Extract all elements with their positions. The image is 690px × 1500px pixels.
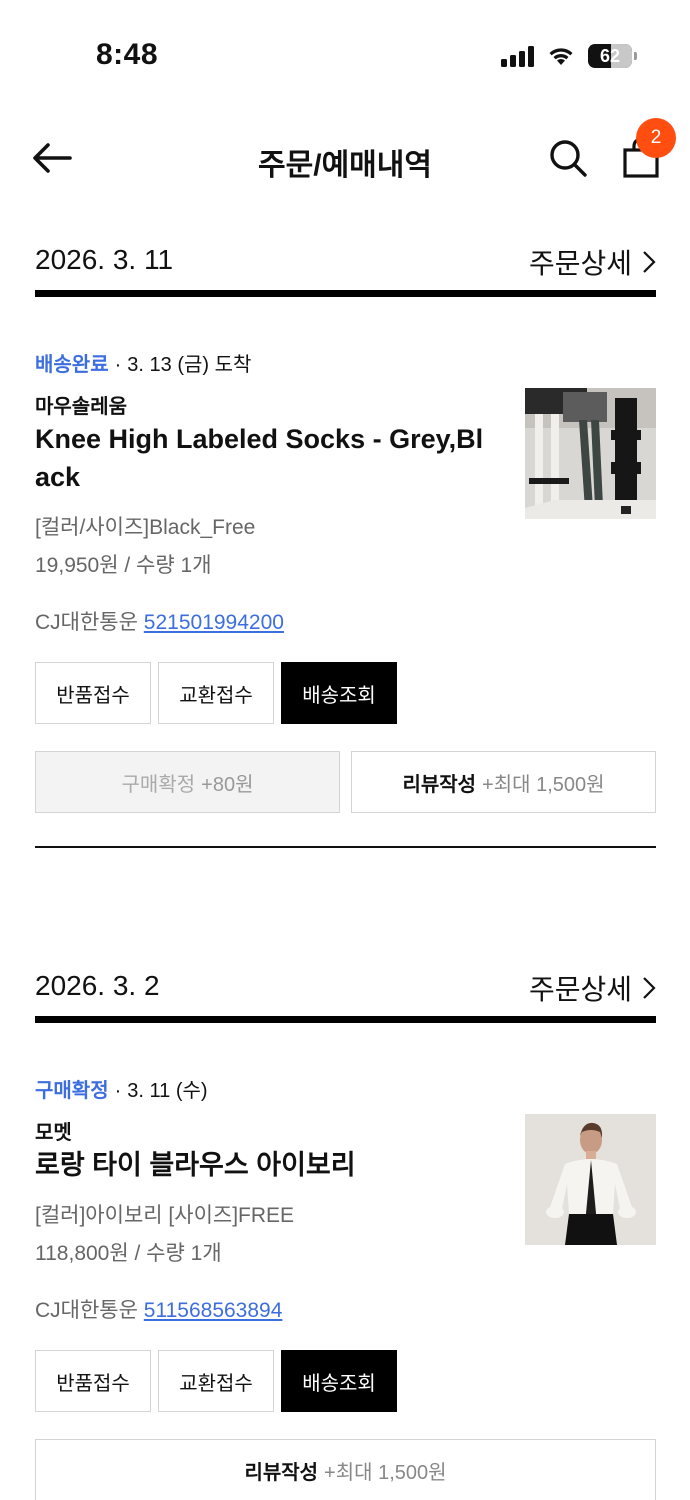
exchange-request-button[interactable]: 교환접수 (158, 1350, 274, 1412)
order-detail-link[interactable]: 주문상세 (529, 968, 656, 1008)
order-divider (35, 290, 656, 297)
search-icon (550, 140, 587, 177)
confirm-purchase-label: 구매확정 (121, 773, 196, 796)
product-option: [컬러/사이즈]Black_Free (35, 516, 256, 539)
confirm-purchase-reward: +80원 (201, 773, 254, 796)
write-review-reward: +최대 1,500원 (324, 1461, 447, 1484)
search-button[interactable] (548, 138, 588, 178)
track-delivery-button[interactable]: 배송조회 (281, 662, 397, 724)
carrier-info: CJ대한통운 521501994200 (35, 606, 284, 636)
order-action-buttons: 반품접수 교환접수 배송조회 (35, 662, 397, 724)
write-review-button[interactable]: 리뷰작성 +최대 1,500원 (351, 751, 656, 813)
status-separator: · (114, 1080, 122, 1102)
tracking-number-link[interactable]: 521501994200 (144, 611, 284, 634)
order-header: 2026. 3. 11 주문상세 (35, 232, 656, 302)
exchange-request-button[interactable]: 교환접수 (158, 662, 274, 724)
product-image-socks (525, 388, 656, 519)
order-divider (35, 1016, 656, 1023)
brand-name[interactable]: 마우솔레움 (35, 390, 127, 419)
chevron-right-icon (643, 977, 656, 999)
order-detail-link[interactable]: 주문상세 (529, 242, 656, 282)
order-header: 2026. 3. 2 주문상세 (35, 958, 656, 1028)
status-separator: · (114, 354, 122, 376)
product-thumbnail[interactable] (525, 1114, 656, 1245)
product-name[interactable]: 로랑 타이 블라우스 아이보리 (35, 1146, 495, 1184)
carrier-info: CJ대한통운 511568563894 (35, 1294, 282, 1324)
write-review-label: 리뷰작성 (402, 773, 477, 796)
status-bar: 8:48 62 (0, 0, 690, 100)
cellular-signal-icon (501, 45, 534, 67)
product-thumbnail[interactable] (525, 388, 656, 519)
status-detail: 3. 11 (수) (127, 1080, 208, 1102)
delivery-status: 구매확정 · 3. 11 (수) (35, 1074, 208, 1103)
chevron-right-icon (643, 251, 656, 273)
write-review-label: 리뷰작성 (244, 1461, 319, 1484)
confirm-purchase-button[interactable]: 구매확정 +80원 (35, 751, 340, 813)
battery-icon: 62 (588, 44, 637, 68)
status-time: 8:48 (96, 38, 159, 71)
carrier-name: CJ대한통운 (35, 611, 138, 634)
product-name[interactable]: Knee High Labeled Socks - Grey,Black (35, 420, 495, 496)
battery-percent: 62 (599, 45, 621, 66)
product-image-blouse (525, 1114, 656, 1245)
cart-count-badge: 2 (636, 118, 676, 158)
write-review-reward: +최대 1,500원 (482, 773, 605, 796)
wifi-icon (549, 48, 573, 65)
brand-name[interactable]: 모멧 (35, 1116, 72, 1145)
tracking-number-link[interactable]: 511568563894 (144, 1299, 283, 1322)
write-review-button[interactable]: 리뷰작성 +최대 1,500원 (35, 1439, 656, 1500)
return-request-button[interactable]: 반품접수 (35, 1350, 151, 1412)
order-date: 2026. 3. 2 (35, 970, 160, 1001)
order-card: 2026. 3. 11 주문상세 배송완료 · 3. 13 (금) 도착 마우솔레움… (35, 232, 656, 848)
status-icons: 62 (501, 42, 637, 70)
product-price-qty: 118,800원 / 수량 1개 (35, 1242, 222, 1265)
app-header: 주문/예매내역 (0, 112, 690, 202)
order-secondary-actions: 리뷰작성 +최대 1,500원 (35, 1439, 656, 1500)
status-detail: 3. 13 (금) 도착 (127, 354, 252, 376)
order-action-buttons: 반품접수 교환접수 배송조회 (35, 1350, 397, 1412)
carrier-name: CJ대한통운 (35, 1299, 138, 1322)
order-detail-label: 주문상세 (528, 974, 632, 1005)
status-badge: 배송완료 (35, 354, 109, 376)
track-delivery-button[interactable]: 배송조회 (281, 1350, 397, 1412)
order-date: 2026. 3. 11 (35, 244, 174, 275)
order-section-divider (35, 846, 656, 848)
product-price-qty: 19,950원 / 수량 1개 (35, 554, 212, 577)
status-badge: 구매확정 (35, 1080, 109, 1102)
order-card: 2026. 3. 2 주문상세 구매확정 · 3. 11 (수) 모멧 로랑 타이 … (35, 958, 656, 1500)
product-option: [컬러]아이보리 [사이즈]FREE (35, 1204, 295, 1227)
order-secondary-actions: 구매확정 +80원 리뷰작성 +최대 1,500원 (35, 751, 656, 813)
return-request-button[interactable]: 반품접수 (35, 662, 151, 724)
order-detail-label: 주문상세 (528, 248, 632, 279)
delivery-status: 배송완료 · 3. 13 (금) 도착 (35, 348, 251, 377)
